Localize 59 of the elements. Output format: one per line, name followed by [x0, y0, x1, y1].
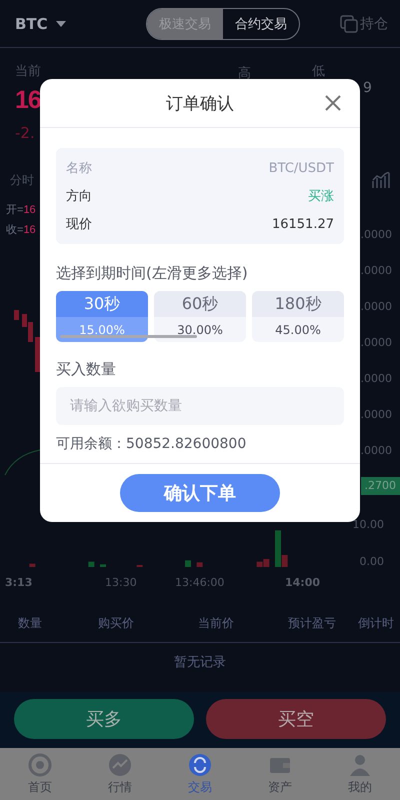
- balance-text: 可用余额：50852.82600800: [56, 435, 248, 453]
- axis-label: .0000: [360, 299, 392, 315]
- axis-label: 10.00: [352, 517, 384, 533]
- ohlc-value: 收=16: [5, 223, 36, 238]
- current-price: 16: [15, 85, 41, 116]
- tab-bar-item[interactable]: 资产: [240, 748, 320, 800]
- column-header: 数量: [18, 615, 43, 632]
- price-change: -2.: [15, 124, 36, 142]
- tab-bar-item[interactable]: 我的: [320, 748, 400, 800]
- trend-icon: [108, 752, 132, 776]
- axis-label: .0000: [360, 227, 392, 243]
- summary-label: 现价: [66, 216, 92, 233]
- axis-label: .0000: [360, 371, 392, 387]
- confirm-button[interactable]: 确认下单: [120, 474, 280, 512]
- column-header: 购买价: [98, 615, 135, 632]
- buy-long-button[interactable]: 买多: [14, 699, 194, 739]
- target-icon: [28, 752, 52, 776]
- tab-bar-item[interactable]: 交易: [160, 748, 240, 800]
- time-label: 13:30: [105, 576, 138, 588]
- low-value: 9: [363, 80, 373, 96]
- axis-label: 0.00: [360, 554, 384, 570]
- axis-label: .0000: [360, 335, 392, 351]
- positions-link[interactable]: 持仓: [360, 14, 388, 32]
- summary-label: 名称: [66, 160, 92, 177]
- low-label: 低: [312, 63, 326, 80]
- symbol-selector[interactable]: BTC: [15, 14, 48, 32]
- last-price-tag: .2700: [360, 477, 400, 495]
- time-label: 13:46:00: [175, 576, 226, 588]
- summary-value: 16151.27: [272, 216, 334, 232]
- tab-bar-item[interactable]: 行情: [80, 748, 160, 800]
- section-label: 选择到期时间(左滑更多选择): [56, 264, 249, 283]
- exchange-icon: [188, 752, 212, 776]
- axis-label: .0000: [360, 443, 392, 459]
- ohlc-value: 开=16: [5, 203, 36, 218]
- summary-value: 买涨: [308, 188, 334, 205]
- time-label: 14:00: [285, 576, 322, 588]
- empty-message: 暂无记录: [174, 654, 226, 672]
- tab-bar-item[interactable]: 首页: [0, 748, 80, 800]
- column-header: 当前价: [198, 615, 235, 632]
- buy-short-button[interactable]: 买空: [206, 699, 386, 739]
- summary-label: 方向: [66, 188, 92, 205]
- axis-label: .0000: [360, 263, 392, 279]
- copy-icon: [340, 14, 358, 32]
- axis-label: .0000: [360, 407, 392, 423]
- column-header: 倒计时: [358, 615, 395, 632]
- caret-icon: [56, 20, 66, 26]
- mode-tab[interactable]: 合约交易: [222, 8, 299, 38]
- summary-value: BTC/USDT: [268, 160, 334, 176]
- bar-chart-icon[interactable]: [372, 172, 390, 188]
- time-label: 3:13: [5, 576, 34, 588]
- high-label: 高: [238, 66, 251, 81]
- current-label: 当前: [15, 63, 42, 80]
- column-header: 预计盈亏: [288, 615, 337, 632]
- close-icon[interactable]: [324, 94, 342, 112]
- dialog-title: 订单确认: [166, 92, 234, 114]
- person-icon: [348, 752, 372, 776]
- amount-input[interactable]: 请输入欲购买数量: [56, 387, 344, 425]
- interval-tab[interactable]: 分时: [10, 172, 34, 188]
- section-label: 买入数量: [56, 360, 117, 379]
